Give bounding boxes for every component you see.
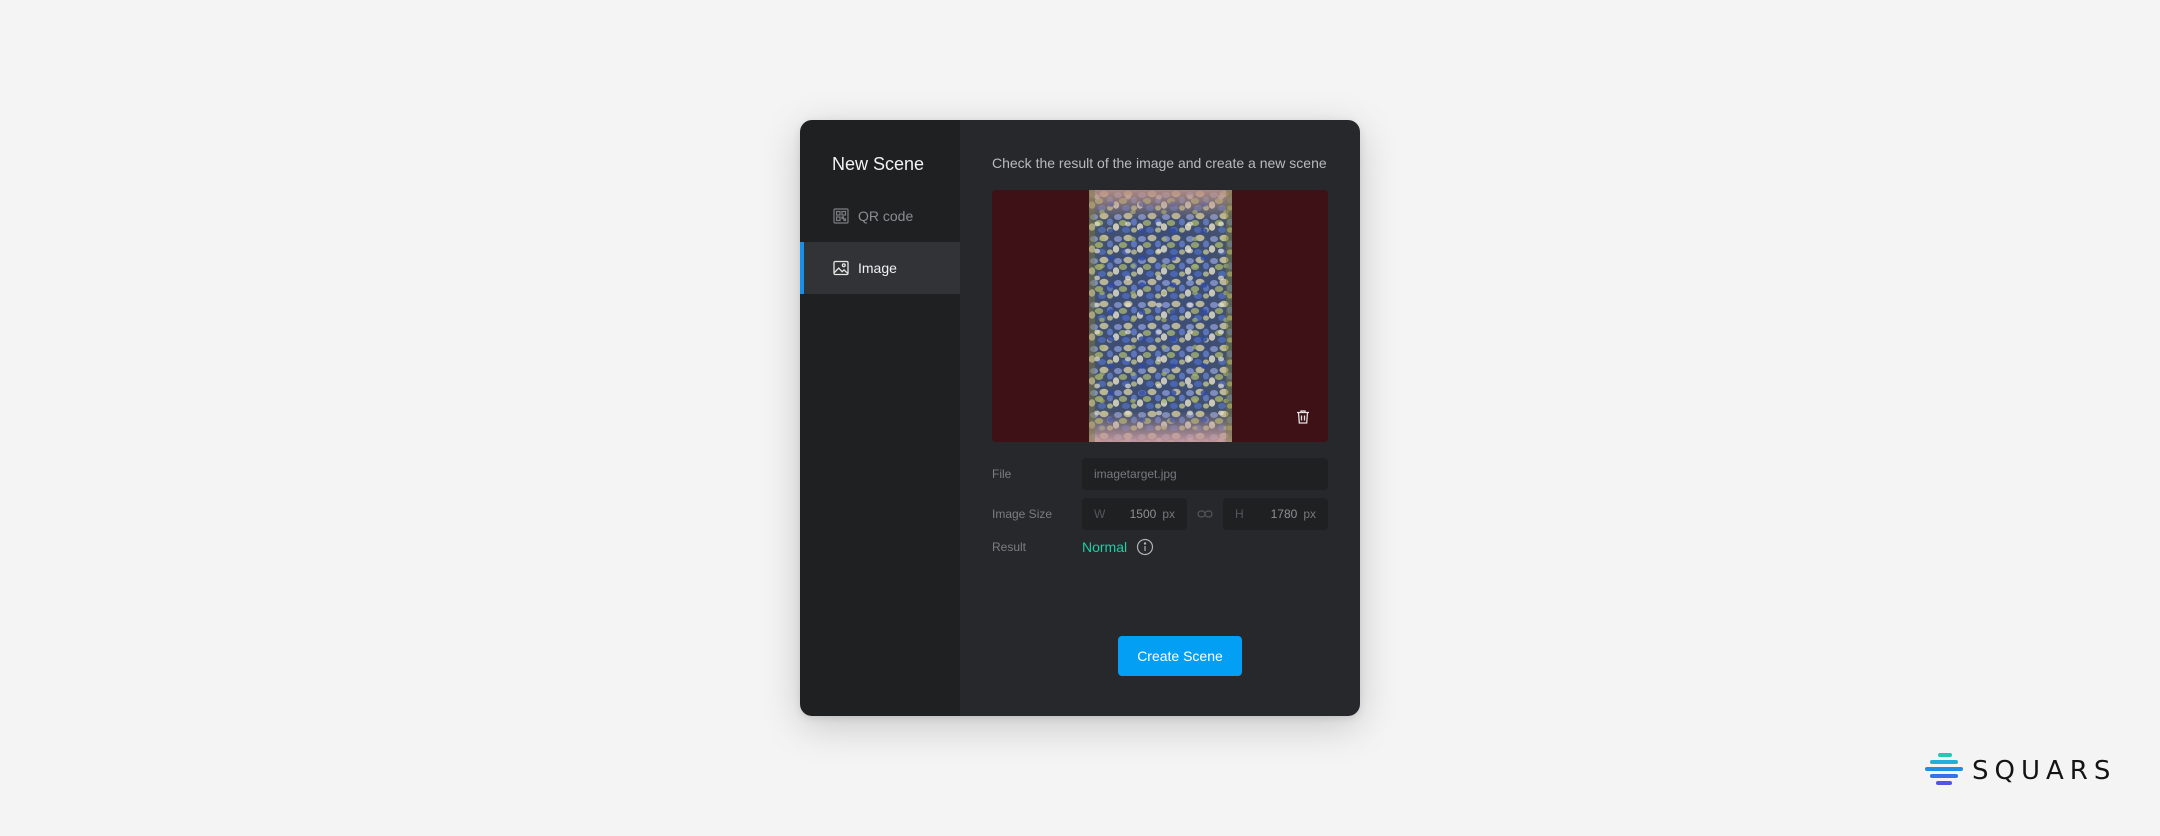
file-row: File imagetarget.jpg xyxy=(992,458,1328,490)
height-value: 1780 xyxy=(1270,507,1298,521)
width-unit: px xyxy=(1162,507,1175,521)
create-scene-button[interactable]: Create Scene xyxy=(1118,636,1242,676)
squars-logo-icon xyxy=(1924,752,1964,790)
sidebar-item-qr-code[interactable]: QR code xyxy=(800,190,960,242)
width-value: 1500 xyxy=(1129,507,1157,521)
result-row: Result Normal xyxy=(992,538,1328,556)
image-preview xyxy=(992,190,1328,442)
main-panel: Check the result of the image and create… xyxy=(960,120,1360,716)
target-image xyxy=(1089,190,1232,442)
sidebar-item-label: QR code xyxy=(858,208,914,224)
brand-logo: SQUARS xyxy=(1924,752,2116,790)
height-unit: px xyxy=(1303,507,1316,521)
new-scene-dialog: New Scene QR code Image Check the result… xyxy=(800,120,1360,716)
sidebar-item-image[interactable]: Image xyxy=(800,242,960,294)
result-status: Normal xyxy=(1082,539,1128,555)
sidebar-item-label: Image xyxy=(858,260,897,276)
brand-wordmark: SQUARS xyxy=(1972,756,2117,786)
file-label: File xyxy=(992,467,1012,481)
dialog-title: New Scene xyxy=(832,154,925,174)
width-axis-label: W xyxy=(1094,507,1106,521)
width-field: W 1500 px xyxy=(1082,498,1187,530)
sidebar: New Scene QR code Image xyxy=(800,120,960,716)
qr-code-icon xyxy=(832,207,850,225)
file-field: imagetarget.jpg xyxy=(1082,458,1328,490)
dialog-subtitle: Check the result of the image and create… xyxy=(992,155,1327,171)
height-axis-label: H xyxy=(1235,507,1244,521)
image-size-row: Image Size W 1500 px H 1780 px xyxy=(992,498,1328,530)
image-icon xyxy=(832,259,850,277)
link-icon xyxy=(1187,509,1223,519)
sidebar-nav: QR code Image xyxy=(800,190,960,294)
result-label: Result xyxy=(992,540,1027,554)
image-size-label: Image Size xyxy=(992,507,1053,521)
info-icon[interactable] xyxy=(1136,538,1154,556)
page: New Scene QR code Image Check the result… xyxy=(0,0,2160,836)
trash-icon[interactable] xyxy=(1294,408,1312,426)
height-field: H 1780 px xyxy=(1223,498,1328,530)
